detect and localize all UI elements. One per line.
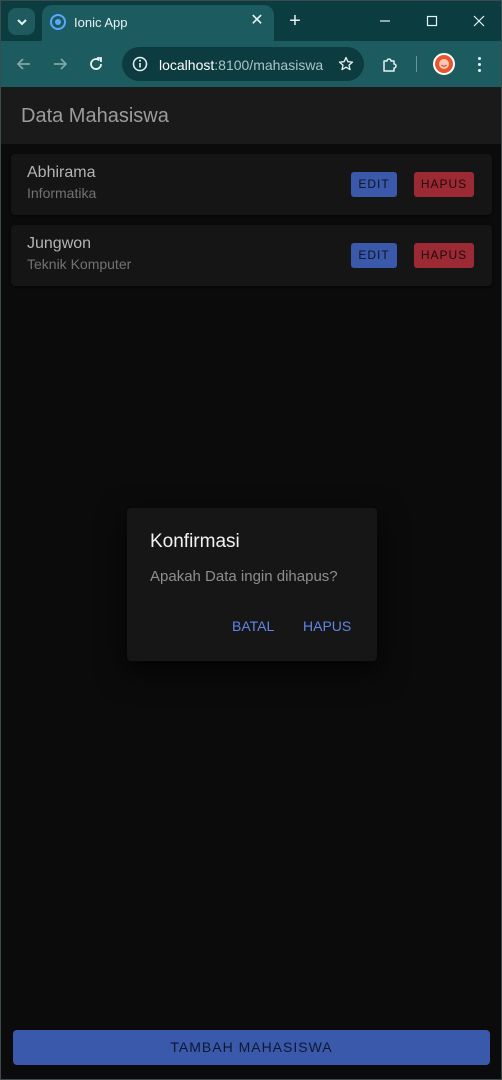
list-item: Jungwon Teknik Komputer EDIT HAPUS [11, 225, 492, 286]
url-path: :8100/mahasiswa [214, 57, 324, 73]
close-window-button[interactable] [467, 10, 491, 32]
app-content: Data Mahasiswa Abhirama Informatika EDIT… [1, 87, 501, 1079]
student-program: Teknik Komputer [27, 256, 132, 272]
list-item: Abhirama Informatika EDIT HAPUS [11, 154, 492, 215]
arrow-left-icon [16, 58, 30, 70]
new-tab-button[interactable]: + [284, 10, 306, 32]
edit-button[interactable]: EDIT [351, 172, 397, 197]
delete-button[interactable]: HAPUS [414, 243, 474, 268]
minimize-icon [380, 20, 390, 22]
site-info-icon[interactable] [130, 54, 150, 74]
minimize-button[interactable] [373, 10, 397, 32]
confirm-dialog: Konfirmasi Apakah Data ingin dihapus? BA… [127, 508, 377, 661]
tab-title: Ionic App [74, 15, 128, 30]
student-name: Jungwon [27, 235, 92, 252]
add-student-button[interactable]: TAMBAH MAHASISWA [13, 1030, 490, 1065]
puzzle-icon [383, 58, 397, 72]
bookmark-star-icon[interactable] [336, 54, 356, 74]
app-header: Data Mahasiswa [1, 87, 501, 144]
close-icon [473, 15, 485, 27]
reload-icon [90, 57, 102, 70]
browser-toolbar: localhost:8100/mahasiswa [1, 41, 501, 87]
address-bar[interactable]: localhost:8100/mahasiswa [122, 47, 364, 81]
tab-search-button[interactable] [8, 8, 35, 35]
profile-avatar[interactable] [433, 53, 455, 75]
chevron-down-icon [16, 18, 27, 25]
toolbar-divider [416, 56, 417, 72]
maximize-button[interactable] [420, 10, 444, 32]
edit-button[interactable]: EDIT [351, 243, 397, 268]
url-text: localhost:8100/mahasiswa [159, 57, 323, 73]
dialog-title: Konfirmasi [150, 531, 240, 552]
ionic-favicon-icon [50, 14, 66, 30]
arrow-right-icon [54, 58, 68, 70]
reload-button[interactable] [83, 51, 109, 77]
maximize-icon [426, 15, 438, 27]
dialog-message: Apakah Data ingin dihapus? [150, 568, 338, 585]
tab-strip: Ionic App ✕ + [1, 1, 501, 41]
extensions-button[interactable] [379, 53, 401, 75]
dialog-cancel-button[interactable]: BATAL [232, 618, 274, 634]
browser-window: Ionic App ✕ + localhost:8100/mahasiswa D… [0, 0, 502, 1080]
back-button[interactable] [11, 51, 37, 77]
student-name: Abhirama [27, 164, 96, 181]
browser-menu-icon[interactable] [471, 53, 487, 75]
student-program: Informatika [27, 185, 97, 201]
close-tab-icon[interactable]: ✕ [248, 12, 266, 30]
avatar-face-icon [439, 59, 449, 69]
browser-tab[interactable]: Ionic App ✕ [42, 5, 274, 41]
url-host: localhost [159, 57, 215, 73]
dialog-confirm-button[interactable]: HAPUS [303, 618, 351, 634]
forward-button[interactable] [47, 51, 73, 77]
delete-button[interactable]: HAPUS [414, 172, 474, 197]
page-title: Data Mahasiswa [21, 105, 169, 127]
